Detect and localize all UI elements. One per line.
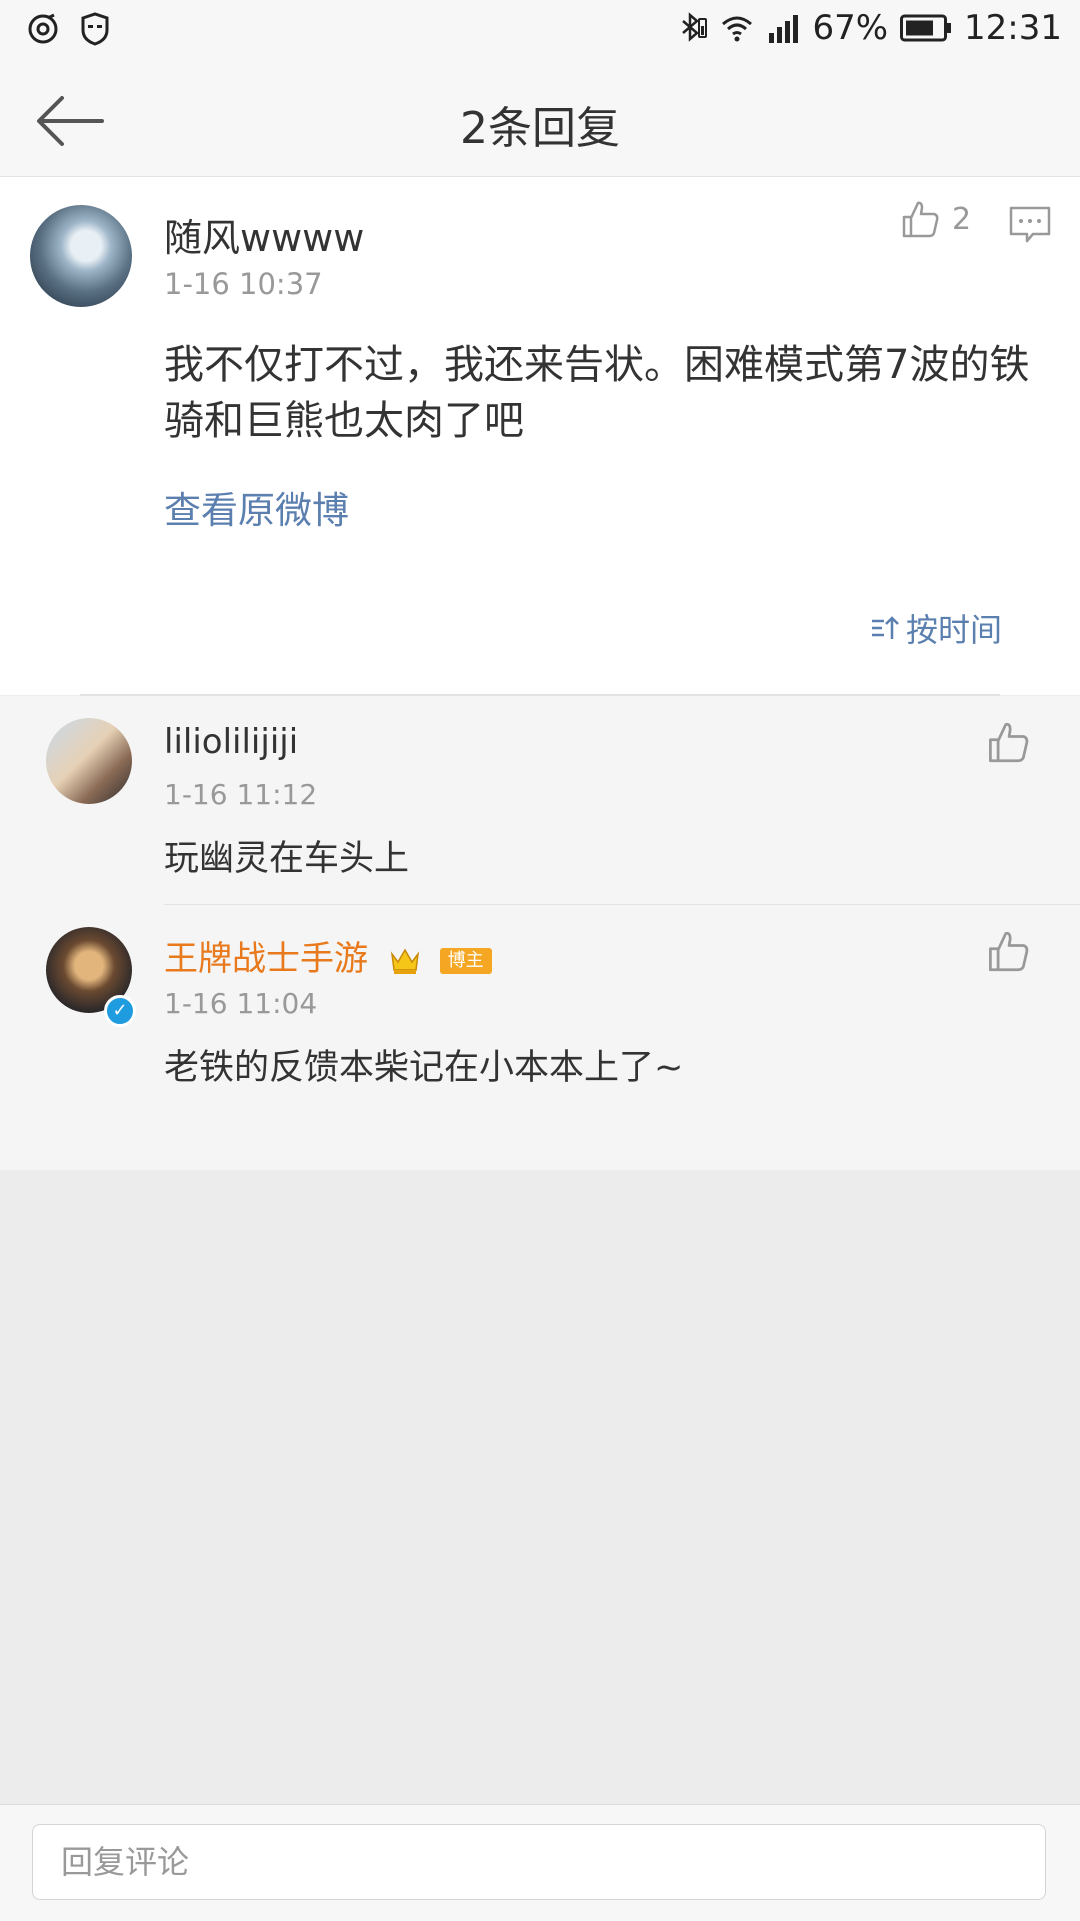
bluetooth-icon — [682, 12, 708, 42]
like-count: 2 — [952, 201, 972, 237]
header-bar: 2条回复 — [0, 62, 1080, 177]
reply-username[interactable]: liliolilijiji — [164, 722, 298, 762]
reply-time: 1-16 11:04 — [164, 987, 318, 1020]
status-bar: 67% 12:31 — [0, 0, 1080, 62]
reply-list: liliolilijiji 1-16 11:12 玩幽灵在车头上 ✓ 王牌战士手… — [0, 696, 1080, 1170]
comment-icon[interactable] — [1008, 203, 1052, 247]
main-comment: 随风wwww 1-16 10:37 2 我不仅打不过，我还来告状。困难模式第7波… — [0, 177, 1080, 695]
list-item[interactable]: liliolilijiji 1-16 11:12 玩幽灵在车头上 — [0, 696, 1080, 904]
thumbs-up-icon[interactable] — [986, 929, 1030, 973]
avatar[interactable] — [30, 205, 132, 307]
thumbs-up-icon — [902, 201, 939, 238]
verified-badge: ✓ — [104, 995, 136, 1027]
sort-toggle[interactable]: 按时间 — [870, 605, 1002, 651]
battery-icon — [900, 14, 952, 42]
clock: 12:31 — [964, 8, 1062, 48]
page-title: 2条回复 — [460, 103, 620, 154]
bottom-bar — [0, 1804, 1080, 1921]
weibo-icon — [28, 13, 58, 44]
shield-face-icon — [81, 12, 109, 46]
thumbs-up-icon[interactable] — [986, 720, 1030, 764]
reply-input[interactable] — [32, 1824, 1046, 1900]
comment-text: 我不仅打不过，我还来告状。困难模式第7波的铁骑和巨熊也太肉了吧 — [164, 342, 1030, 444]
signal-icon — [769, 15, 799, 43]
wifi-icon — [722, 16, 753, 42]
like-button[interactable]: 2 — [900, 199, 971, 239]
sort-label: 按时间 — [906, 611, 1003, 649]
view-original-link[interactable]: 查看原微博 — [164, 480, 349, 534]
reply-time: 1-16 11:12 — [164, 778, 318, 811]
comment-username[interactable]: 随风wwww — [164, 207, 364, 262]
reply-username[interactable]: 王牌战士手游 — [164, 939, 368, 979]
reply-username-row: 王牌战士手游 博主 — [164, 931, 492, 980]
battery-percent: 67% — [812, 8, 889, 48]
list-item[interactable]: ✓ 王牌战士手游 博主 1-16 11:04 老铁的反馈本柴记在小本本上了~ — [0, 905, 1080, 1135]
blogger-badge: 博主 — [439, 947, 492, 974]
reply-text: 玩幽灵在车头上 — [164, 839, 410, 879]
avatar[interactable] — [46, 718, 132, 804]
reply-text: 老铁的反馈本柴记在小本本上了~ — [164, 1048, 684, 1088]
comment-time: 1-16 10:37 — [164, 267, 323, 301]
crown-icon — [390, 948, 419, 974]
sort-icon — [872, 616, 899, 639]
